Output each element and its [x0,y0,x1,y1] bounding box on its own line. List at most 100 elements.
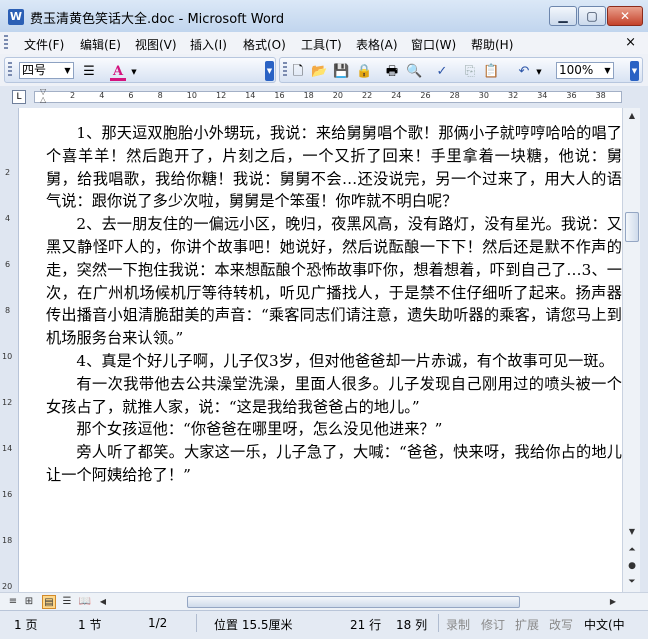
previous-page-icon[interactable]: ⏶ [626,544,638,556]
vertical-scroll-thumb[interactable] [625,212,639,242]
paragraph[interactable]: 1、那天逗双胞胎小外甥玩，我说：来给舅舅唱个歌！那俩小子就哼哼哈哈的唱了个喜羊羊… [46,122,622,213]
undo-dropdown-icon[interactable]: ▼ [531,64,547,80]
reading-layout-view-icon[interactable]: 📖 [78,595,92,609]
document-page[interactable]: 1、那天逗双胞胎小外甥玩，我说：来给舅舅唱个歌！那俩小子就哼哼哈哈的唱了个喜羊羊… [46,122,622,487]
paragraph[interactable]: 有一次我带他去公共澡堂洗澡，里面人很多。儿子发现自己刚用过的喷头被一个女孩占了，… [46,373,622,419]
maximize-button[interactable]: ▢ [578,6,606,26]
line-spacing-icon[interactable]: ☰ [81,64,97,80]
vertical-scrollbar[interactable]: ▲ ▼ ⏶ ● ⏷ [622,108,641,592]
undo-icon[interactable]: ↶ [516,64,532,80]
menu-file[interactable]: 文件(F) [24,36,64,53]
ruler-number: 4 [99,91,105,100]
vertical-ruler-number: 6 [5,260,11,269]
font-size-select[interactable]: 四号 ▼ [19,62,74,79]
ruler-number: 28 [449,91,460,100]
toolbar-options-chevron-icon[interactable]: ▼ [630,61,639,81]
word-app-icon[interactable]: W [8,9,24,25]
ruler-number: 12 [216,91,227,100]
status-record[interactable]: 录制 [446,616,470,633]
menu-grip-handle[interactable] [4,35,8,51]
window-right-edge [640,108,648,592]
toolbar: 四号 ▼ ☰ A ▼ ▼ 🗋 📂 💾 🔒 🖶 🔍 ✓ ⎘ 📋 ↶ ▼ 100% … [0,54,648,87]
font-size-value: 四号 [22,63,47,77]
select-browse-object-icon[interactable]: ● [626,560,638,572]
toolbar-grip-handle[interactable] [8,62,12,78]
scroll-up-icon[interactable]: ▲ [624,108,640,124]
ruler-number: 10 [186,91,197,100]
vertical-ruler-number: 2 [5,168,11,177]
status-line: 21 行 [350,618,382,632]
paragraph[interactable]: 那个女孩逗他：“你爸爸在哪里呀，怎么没见他进来？” [46,418,622,441]
vertical-ruler-number: 18 [2,536,13,545]
ruler-number: 34 [537,91,548,100]
paragraph[interactable]: 旁人听了都笑。大家这一乐，儿子急了，大喊：“爸爸，快来呀，我给你占的地儿让一个阿… [46,441,622,487]
paragraph[interactable]: 4、真是个好儿子啊，儿子仅3岁，但对他爸爸却一片赤诚，有个故事可见一斑。 [46,350,622,373]
print-layout-view-icon[interactable]: ▤ [42,595,56,609]
paragraph[interactable]: 2、去一朋友住的一偏远小区，晚归，夜黑风高，没有路灯，没有星光。我说：又黑又静怪… [46,213,622,350]
vertical-ruler-number: 10 [2,352,13,361]
print-icon[interactable]: 🖶 [384,64,400,80]
scroll-left-icon[interactable]: ◀ [96,594,110,610]
ruler-number: 18 [303,91,314,100]
menu-tools[interactable]: 工具(T) [301,36,342,53]
ruler-number: 36 [566,91,577,100]
vertical-ruler[interactable]: 2 4 6 8 10 12 14 16 18 20 [0,108,19,592]
close-button[interactable]: ✕ [607,6,643,26]
permission-icon[interactable]: 🔒 [356,64,372,80]
new-document-icon[interactable]: 🗋 [290,64,306,80]
vertical-ruler-number: 8 [5,306,11,315]
menu-view[interactable]: 视图(V) [135,36,177,53]
menu-table[interactable]: 表格(A) [356,36,398,53]
status-extend[interactable]: 扩展 [515,616,539,633]
zoom-select[interactable]: 100% ▼ [556,62,614,79]
ruler-number: 32 [508,91,519,100]
status-overtype[interactable]: 改写 [549,616,573,633]
font-color-dropdown-icon[interactable]: ▼ [126,64,142,80]
horizontal-scroll-thumb[interactable] [187,596,520,608]
menu-help[interactable]: 帮助(H) [471,36,513,53]
zoom-value: 100% [559,63,594,77]
font-color-swatch [110,78,126,81]
save-icon[interactable]: 💾 [333,64,349,80]
print-preview-icon[interactable]: 🔍 [406,64,422,80]
toolbar-options-chevron-icon[interactable]: ▼ [265,61,274,81]
document-area[interactable]: 2 4 6 8 10 12 14 16 18 20 1、那天逗双胞胎小外甥玩，我说：来给舅舅唱个歌… [0,108,622,592]
web-layout-view-icon[interactable]: ⊞ [22,595,36,609]
scroll-down-icon[interactable]: ▼ [624,524,640,540]
next-page-icon[interactable]: ⏷ [626,576,638,588]
ruler-number: 14 [245,91,256,100]
status-track-changes[interactable]: 修订 [481,616,505,633]
horizontal-scrollbar[interactable]: ≡ ⊞ ▤ ☰ 📖 ◀ ▶ [0,592,648,611]
vertical-ruler-number: 20 [2,582,13,591]
vertical-ruler-number: 4 [5,214,11,223]
chevron-down-icon: ▼ [64,66,71,75]
open-folder-icon[interactable]: 📂 [311,64,327,80]
status-language: 中文(中 [584,618,625,632]
menu-insert[interactable]: 插入(I) [190,36,227,53]
minimize-button[interactable]: ▁ [549,6,577,26]
close-document-icon[interactable]: × [625,35,636,50]
spelling-icon[interactable]: ✓ [434,64,450,80]
normal-view-icon[interactable]: ≡ [6,595,20,609]
status-page: 1 页 [14,618,38,632]
ruler-text-area [34,91,622,103]
ruler-number: 24 [391,91,402,100]
menu-window[interactable]: 窗口(W) [411,36,456,53]
chevron-down-icon: ▼ [604,66,611,75]
ruler-number: 16 [274,91,285,100]
scroll-right-icon[interactable]: ▶ [606,594,620,610]
outline-view-icon[interactable]: ☰ [60,595,74,609]
status-column: 18 列 [396,618,428,632]
status-page-of: 1/2 [148,616,168,630]
ruler-number: 26 [420,91,431,100]
toolbar-grip-handle[interactable] [283,62,287,78]
formatting-toolbar: 四号 ▼ ☰ A ▼ ▼ [4,57,276,83]
copy-icon[interactable]: ⎘ [462,64,478,80]
indent-marker-icon[interactable]: ▽ △ [40,88,46,104]
ruler-number: 6 [128,91,134,100]
menu-format[interactable]: 格式(O) [243,36,286,53]
menu-edit[interactable]: 编辑(E) [80,36,121,53]
tab-stop-selector[interactable]: L [12,90,26,104]
horizontal-ruler[interactable]: L ▽ △ 2 4 6 8 10 12 14 16 18 20 22 24 26 28 30 32 34 36 38 [0,86,648,109]
paste-icon[interactable]: 📋 [483,64,499,80]
